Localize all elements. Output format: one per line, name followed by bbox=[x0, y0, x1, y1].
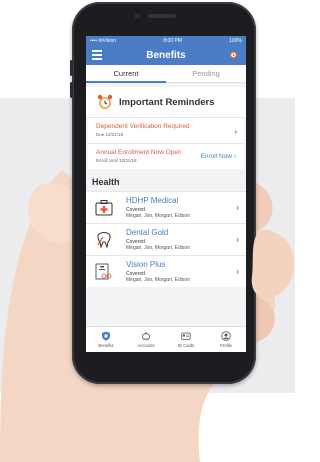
health-section-title: Health bbox=[92, 177, 120, 187]
thumb-image bbox=[251, 230, 295, 299]
piggy-bank-icon bbox=[141, 331, 151, 341]
alarm-clock-icon[interactable] bbox=[228, 49, 239, 60]
bottom-tab-benefits[interactable]: Benefits bbox=[86, 327, 126, 352]
bottom-tab-label: Accounts bbox=[137, 343, 155, 348]
battery-text: 100% bbox=[229, 37, 242, 44]
hamburger-menu-icon[interactable] bbox=[92, 50, 102, 60]
bottom-tab-label: ID Cards bbox=[177, 343, 195, 348]
phone-speaker bbox=[148, 14, 176, 18]
plan-members: Megan, Jon, Morgan, Edison bbox=[126, 213, 190, 219]
medical-kit-icon bbox=[95, 200, 113, 216]
volume-button bbox=[70, 82, 73, 98]
carrier-text: •••• InVision bbox=[90, 37, 117, 44]
time-text: 8:00 PM bbox=[163, 37, 182, 44]
shield-icon bbox=[102, 331, 110, 341]
phone-camera bbox=[134, 13, 140, 19]
bottom-tab-bar: Benefits Accounts ID Cards Profile bbox=[86, 326, 246, 352]
tab-current[interactable]: Current bbox=[86, 65, 166, 83]
bottom-tab-label: Profile bbox=[220, 343, 232, 348]
tab-pending[interactable]: Pending bbox=[166, 65, 246, 83]
plan-members: Megan, Jon, Morgan, Edison bbox=[126, 245, 190, 251]
bottom-tab-accounts[interactable]: Accounts bbox=[126, 327, 166, 352]
reminder-dependent-verification[interactable]: Dependent Verification Required Due 12/3… bbox=[88, 117, 244, 143]
plan-row-dental-gold[interactable]: Dental Gold Covered Megan, Jon, Morgan, … bbox=[86, 223, 246, 255]
plan-members: Megan, Jon, Morgan, Edison bbox=[126, 277, 190, 283]
status-bar: •••• InVision 8:00 PM 100% bbox=[86, 36, 246, 45]
reminder-due-date: Due 12/31/18 bbox=[96, 132, 124, 137]
chevron-right-icon: › bbox=[234, 127, 237, 136]
nav-bar: Benefits bbox=[86, 45, 246, 65]
chevron-right-icon: › bbox=[236, 203, 239, 212]
tab-bar: Current Pending bbox=[86, 65, 246, 83]
reminders-title: Important Reminders bbox=[119, 96, 215, 108]
reminders-header: Important Reminders bbox=[86, 87, 246, 117]
plan-name: Vision Plus bbox=[126, 260, 166, 269]
alarm-clock-icon bbox=[97, 94, 113, 109]
plan-row-vision-plus[interactable]: Vision Plus Covered Megan, Jon, Morgan, … bbox=[86, 255, 246, 287]
bottom-tab-label: Benefits bbox=[98, 343, 114, 348]
bottom-tab-profile[interactable]: Profile bbox=[206, 327, 246, 352]
enroll-now-link[interactable]: Enroll Now › bbox=[201, 153, 236, 160]
plan-name: HDHP Medical bbox=[126, 196, 179, 205]
tooth-icon bbox=[97, 232, 111, 249]
app-screen: •••• InVision 8:00 PM 100% Benefits Curr… bbox=[86, 36, 246, 352]
reminder-annual-enrollment[interactable]: Annual Enrollment Now Open Enroll Until … bbox=[88, 143, 244, 169]
volume-button bbox=[70, 60, 73, 76]
plan-name: Dental Gold bbox=[126, 228, 169, 237]
plan-row-hdhp-medical[interactable]: HDHP Medical Covered Megan, Jon, Morgan,… bbox=[86, 191, 246, 223]
bottom-tab-id-cards[interactable]: ID Cards bbox=[166, 327, 206, 352]
id-card-icon bbox=[181, 332, 191, 340]
eye-chart-glasses-icon bbox=[95, 263, 112, 280]
page-title: Benefits bbox=[146, 49, 186, 61]
person-icon bbox=[221, 331, 231, 341]
reminder-title: Dependent Verification Required bbox=[96, 123, 190, 130]
